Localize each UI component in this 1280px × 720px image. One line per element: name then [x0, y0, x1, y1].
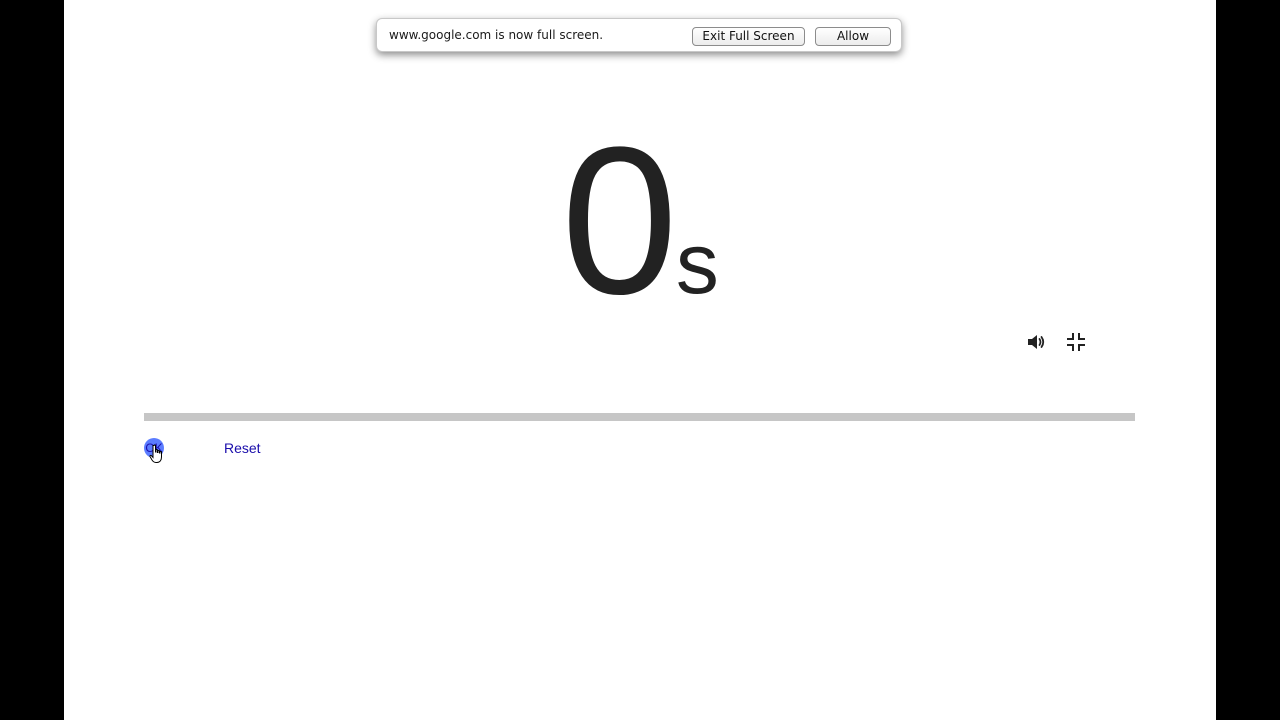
fullscreen-message: www.google.com is now full screen.	[389, 28, 604, 42]
fullscreen-notification-bubble: www.google.com is now full screen. Exit …	[376, 18, 902, 52]
allow-button[interactable]: Allow	[815, 27, 891, 46]
timer-display: 0s	[64, 116, 1216, 326]
timer-progress-bar	[144, 413, 1135, 421]
reset-link[interactable]: Reset	[224, 440, 261, 456]
timer-unit: s	[675, 216, 719, 312]
page-viewport: www.google.com is now full screen. Exit …	[64, 0, 1216, 720]
exit-fullscreen-icon[interactable]	[1065, 331, 1087, 353]
hand-cursor-icon	[149, 444, 162, 463]
speaker-icon[interactable]	[1025, 331, 1047, 353]
timer-value: 0	[561, 103, 678, 338]
exit-full-screen-button[interactable]: Exit Full Screen	[692, 27, 805, 46]
